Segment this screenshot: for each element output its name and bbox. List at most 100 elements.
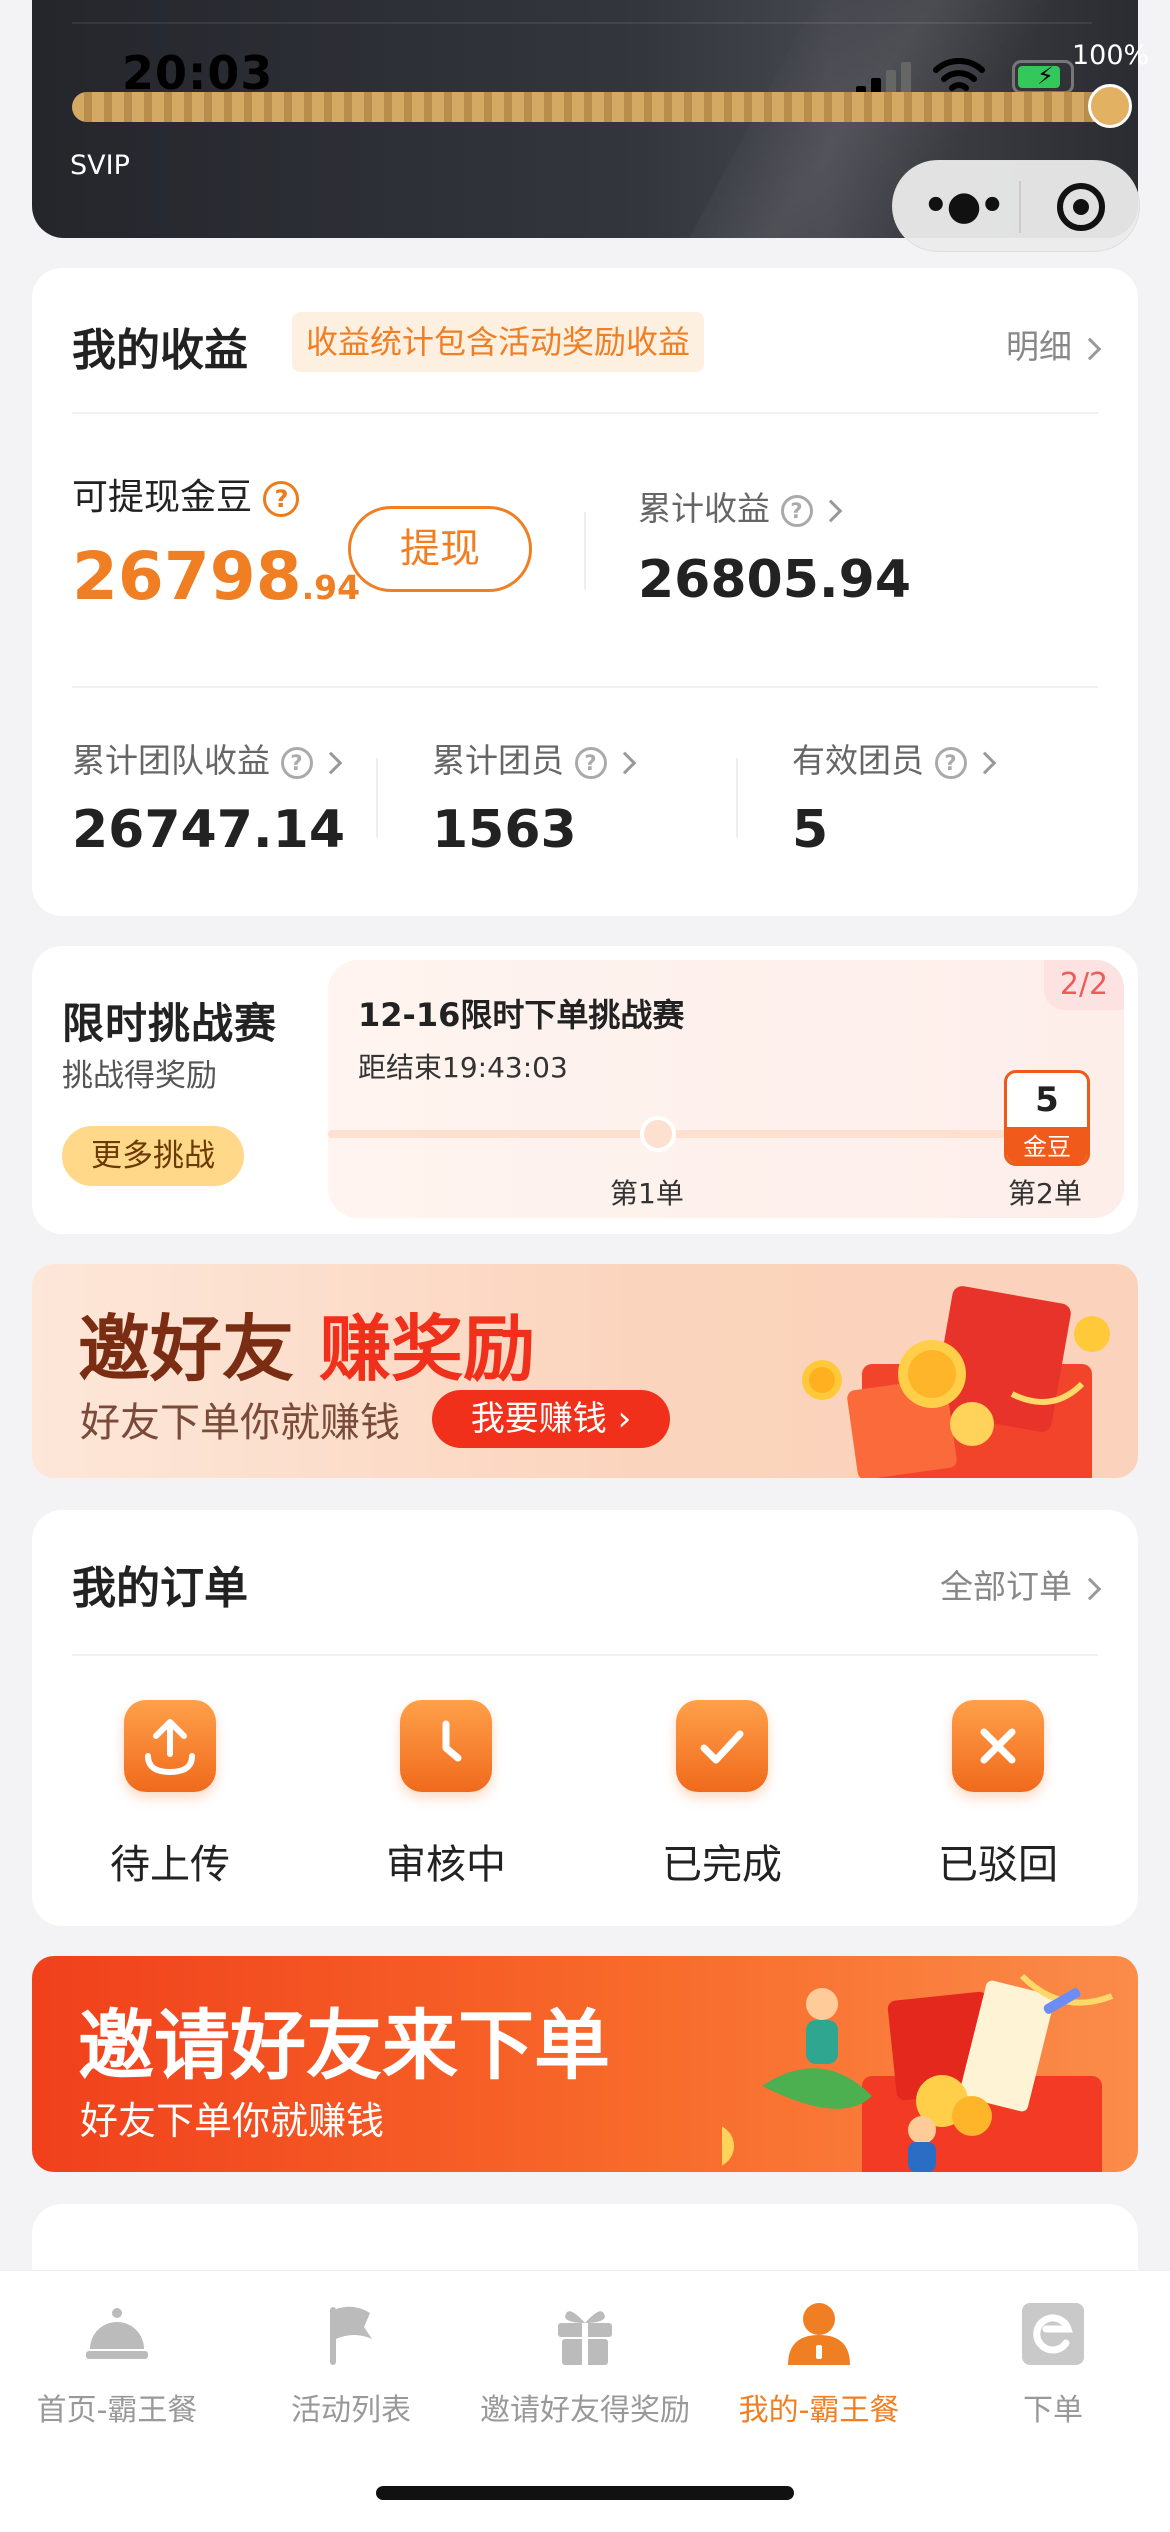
chevron-right-icon [319,751,342,774]
wifi-icon [933,58,985,91]
order-status-label: 已驳回 [938,1842,1058,1888]
team-members-row[interactable]: 累计团员 ? [432,734,636,782]
close-icon [952,1700,1044,1792]
orders-card: 我的订单 全部订单 待上传 审核中 已完成 已驳回 [32,1510,1138,1926]
order-status-label: 待上传 [110,1842,230,1888]
team-members-value: 1563 [432,800,577,860]
divider [376,758,378,838]
challenge-detail-panel[interactable]: 2/2 12-16限时下单挑战赛 距结束19:43:03 第1单 第2单 5 金… [328,960,1124,1218]
tab-label: 我的-霸王餐 [738,2393,900,2428]
chevron-right-icon [1078,1577,1102,1600]
help-icon[interactable]: ? [280,746,313,779]
order-status-label: 已完成 [662,1842,782,1888]
earn-money-button[interactable]: 我要赚钱 › [432,1390,670,1448]
help-icon[interactable]: ? [780,494,813,527]
challenge-progress-track [328,1130,1068,1138]
header-line [72,22,1092,24]
team-members-label: 累计团员 [432,741,564,780]
detail-label: 明细 [1006,327,1072,366]
red-packet-party-illustration [722,1973,1114,2172]
earnings-tag: 收益统计包含活动奖励收益 [292,312,705,372]
team-earnings-label: 累计团队收益 [72,741,270,780]
earnings-title: 我的收益 [72,325,248,376]
earnings-card: 我的收益 收益统计包含活动奖励收益 明细 可提现金豆 ? 26798.94 提现… [32,268,1138,916]
chevron-right-icon [1078,337,1102,360]
close-miniprogram-icon[interactable] [1057,183,1105,231]
withdraw-button[interactable]: 提现 [348,506,532,592]
banner2-title: 邀请好友来下单 [78,2001,610,2090]
withdrawable-row: 可提现金豆 ? [72,468,300,520]
order-status-pending-upload[interactable]: 待上传 [70,1700,270,1890]
chevron-right-icon [973,751,996,774]
all-orders-label: 全部订单 [940,1567,1072,1606]
withdrawable-value: 26798.94 [72,538,360,615]
order-status-reviewing[interactable]: 审核中 [346,1700,546,1890]
more-challenges-button[interactable]: 更多挑战 [62,1126,244,1186]
clock-icon [400,1700,492,1792]
order-status-rejected[interactable]: 已驳回 [898,1700,1098,1890]
order-status-label: 审核中 [386,1842,506,1888]
invite-banner-title: 邀好友 赚奖励 [78,1290,535,1395]
order-e-icon [1022,2303,1084,2365]
cloche-icon [86,2308,148,2359]
all-orders-link[interactable]: 全部订单 [940,1560,1102,1608]
order-status-completed[interactable]: 已完成 [622,1700,822,1890]
user-icon [788,2303,850,2365]
tab-label: 活动列表 [291,2393,411,2428]
more-icon[interactable]: •●• [923,183,1005,229]
level-progress-bar [72,92,1110,122]
tab-activities[interactable]: 活动列表 [234,2299,468,2429]
tab-mine[interactable]: 我的-霸王餐 [702,2299,936,2429]
earnings-detail-link[interactable]: 明细 [1006,320,1102,368]
invite-friends-order-banner[interactable]: 邀请好友来下单 好友下单你就赚钱 [32,1956,1138,2172]
withdrawable-dec: .94 [301,568,361,607]
reward-unit: 金豆 [1007,1127,1087,1163]
challenge-title: 限时挑战赛 [62,999,278,1048]
tab-label: 首页-霸王餐 [36,2393,198,2428]
valid-members-row[interactable]: 有效团员 ? [792,734,996,782]
step-marker [640,1116,676,1152]
miniprogram-capsule: •●• [892,160,1140,252]
earn-money-label: 我要赚钱 [470,1399,607,1439]
invite-banner[interactable]: 邀好友 赚奖励 好友下单你就赚钱 我要赚钱 › [32,1264,1138,1478]
battery-percent: 100% [1072,40,1150,71]
banner2-subtitle: 好友下单你就赚钱 [80,2099,385,2143]
level-progress-knob [1088,84,1132,128]
challenge-countdown: 距结束19:43:03 [358,1051,568,1084]
step-1-label: 第1单 [610,1177,684,1210]
gift-icon [558,2311,612,2365]
total-earnings-row[interactable]: 累计收益 ? [638,482,842,530]
valid-members-value: 5 [792,800,829,860]
divider [584,512,586,590]
challenge-name: 12-16限时下单挑战赛 [358,996,685,1034]
capsule-divider [1019,181,1021,233]
red-packet-gift-illustration [802,1286,1110,1478]
challenge-subtitle: 挑战得奖励 [62,1058,217,1094]
challenge-card[interactable]: 限时挑战赛 挑战得奖励 更多挑战 2/2 12-16限时下单挑战赛 距结束19:… [32,946,1138,1234]
tab-order[interactable]: 下单 [936,2299,1170,2429]
check-icon [676,1700,768,1792]
upload-icon [124,1700,216,1792]
help-icon[interactable]: ? [574,746,607,779]
title-part-a: 邀好友 [78,1307,295,1391]
help-icon[interactable]: ? [263,481,300,517]
withdrawable-int: 26798 [72,538,302,615]
tab-home[interactable]: 首页-霸王餐 [0,2299,234,2429]
total-earnings-value: 26805.94 [638,550,912,610]
orders-title: 我的订单 [72,1563,248,1614]
help-icon[interactable]: ? [934,746,967,779]
withdrawable-label: 可提现金豆 [72,477,253,518]
tab-label: 下单 [1023,2393,1083,2428]
reward-amount: 5 [1035,1080,1059,1120]
total-earnings-label: 累计收益 [638,489,770,528]
valid-members-label: 有效团员 [792,741,924,780]
title-part-b: 赚奖励 [319,1307,536,1391]
divider [72,1654,1098,1656]
invite-banner-subtitle: 好友下单你就赚钱 [80,1400,400,1446]
home-indicator [376,2486,794,2500]
page-indicator: 2/2 [1044,960,1124,1010]
team-earnings-row[interactable]: 累计团队收益 ? [72,734,342,782]
divider [72,412,1098,414]
team-earnings-value: 26747.14 [72,800,346,860]
tab-invite[interactable]: 邀请好友得奖励 [468,2299,702,2429]
